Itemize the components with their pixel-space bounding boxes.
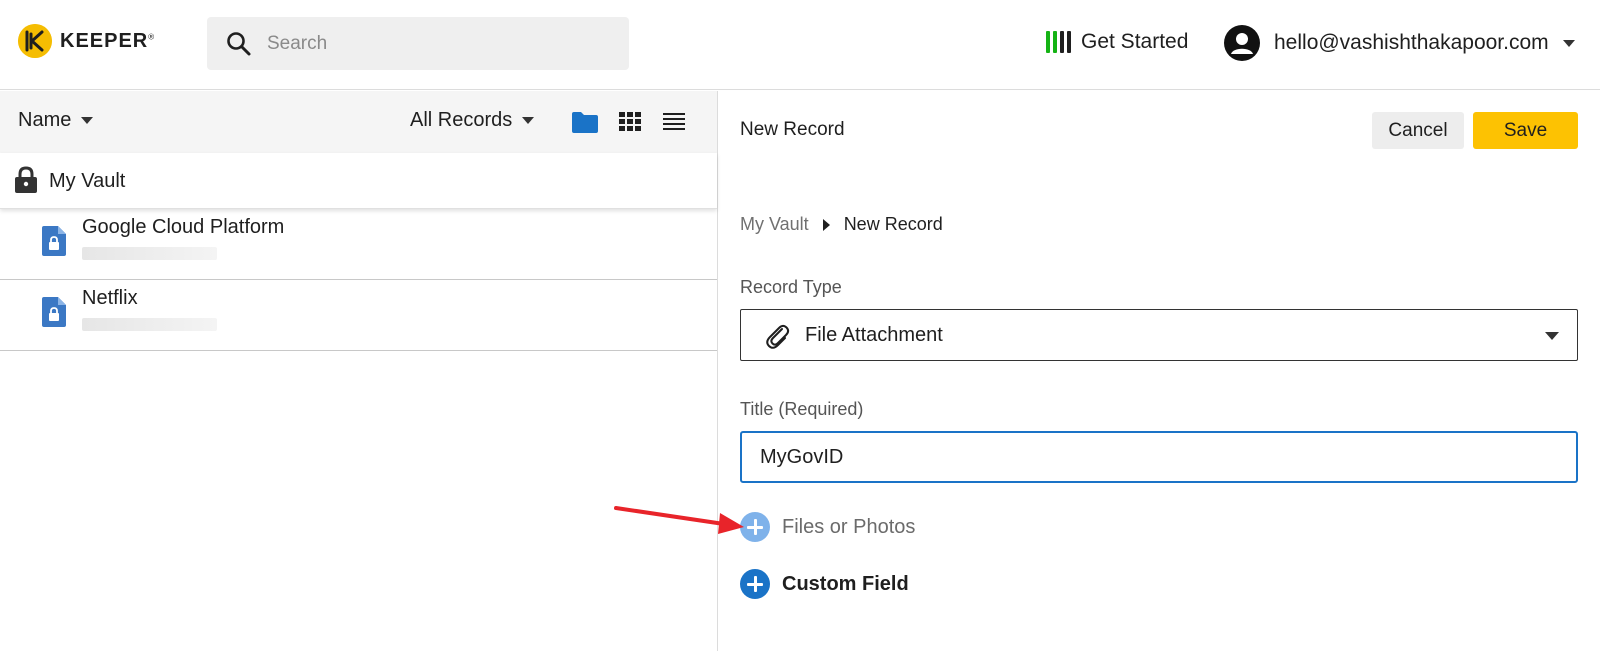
search-input[interactable] — [267, 32, 587, 55]
user-avatar-icon — [1224, 25, 1260, 61]
save-button[interactable]: Save — [1473, 112, 1578, 149]
folder-view-button[interactable] — [570, 107, 600, 137]
paperclip-icon — [766, 324, 790, 349]
folder-icon — [572, 112, 598, 133]
list-view-button[interactable] — [659, 107, 689, 137]
chevron-down-icon — [522, 117, 535, 124]
lock-icon — [15, 166, 37, 193]
chevron-down-icon — [1545, 332, 1559, 340]
breadcrumb-new-record: New Record — [843, 214, 943, 234]
title-input[interactable] — [740, 431, 1578, 483]
add-files-button[interactable]: Files or Photos — [740, 512, 915, 542]
file-lock-icon — [42, 226, 66, 256]
filter-label: All Records — [410, 109, 513, 131]
search-bar[interactable] — [207, 17, 629, 70]
search-icon — [227, 31, 251, 55]
account-menu[interactable]: hello@vashishthakapoor.com — [1224, 25, 1575, 61]
sort-dropdown[interactable]: Name — [18, 109, 94, 132]
record-type-label: Record Type — [740, 277, 842, 297]
keeper-logo[interactable]: KEEPER® — [18, 24, 155, 58]
keeper-logo-icon — [18, 24, 52, 58]
my-vault-row[interactable]: My Vault — [0, 153, 717, 209]
record-title: Netflix — [82, 287, 138, 309]
record-type-value: File Attachment — [805, 323, 943, 346]
chevron-right-icon — [822, 218, 830, 231]
record-subtitle-redacted — [82, 247, 217, 260]
breadcrumb: My Vault New Record — [740, 214, 943, 235]
grid-view-button[interactable] — [615, 107, 645, 137]
top-bar: KEEPER® Get Started hello@vashishthakapo… — [0, 0, 1600, 90]
list-icon — [663, 113, 685, 130]
record-list-panel: Name All Records My Vault Google Cloud P… — [0, 91, 718, 651]
editor-heading: New Record — [740, 119, 845, 140]
chevron-down-icon — [81, 117, 94, 124]
record-title: Google Cloud Platform — [82, 216, 285, 238]
record-row[interactable]: Google Cloud Platform — [0, 209, 717, 280]
file-lock-icon — [42, 297, 66, 327]
add-custom-field-label: Custom Field — [782, 572, 909, 595]
add-circle-icon — [740, 569, 770, 599]
title-field-label: Title (Required) — [740, 399, 864, 419]
record-filter-dropdown[interactable]: All Records — [410, 109, 535, 132]
my-vault-label: My Vault — [49, 170, 126, 192]
keeper-wordmark: KEEPER® — [60, 29, 156, 52]
record-editor-panel: New Record Cancel Save My Vault New Reco… — [719, 91, 1600, 651]
record-row[interactable]: Netflix — [0, 280, 717, 351]
annotation-arrow-icon — [614, 506, 744, 534]
sort-label: Name — [18, 109, 72, 131]
progress-bars-icon — [1046, 31, 1071, 53]
add-files-label: Files or Photos — [782, 515, 916, 538]
grid-icon — [619, 112, 641, 131]
breadcrumb-my-vault[interactable]: My Vault — [740, 214, 809, 235]
account-email: hello@vashishthakapoor.com — [1274, 31, 1549, 54]
cancel-button[interactable]: Cancel — [1372, 112, 1464, 149]
record-subtitle-redacted — [82, 318, 217, 331]
record-type-select[interactable]: File Attachment — [740, 309, 1578, 361]
get-started-button[interactable]: Get Started — [1046, 30, 1188, 54]
get-started-label: Get Started — [1081, 30, 1189, 53]
add-custom-field-button[interactable]: Custom Field — [740, 569, 909, 599]
chevron-down-icon — [1562, 39, 1575, 47]
list-toolbar: Name All Records — [0, 91, 717, 153]
